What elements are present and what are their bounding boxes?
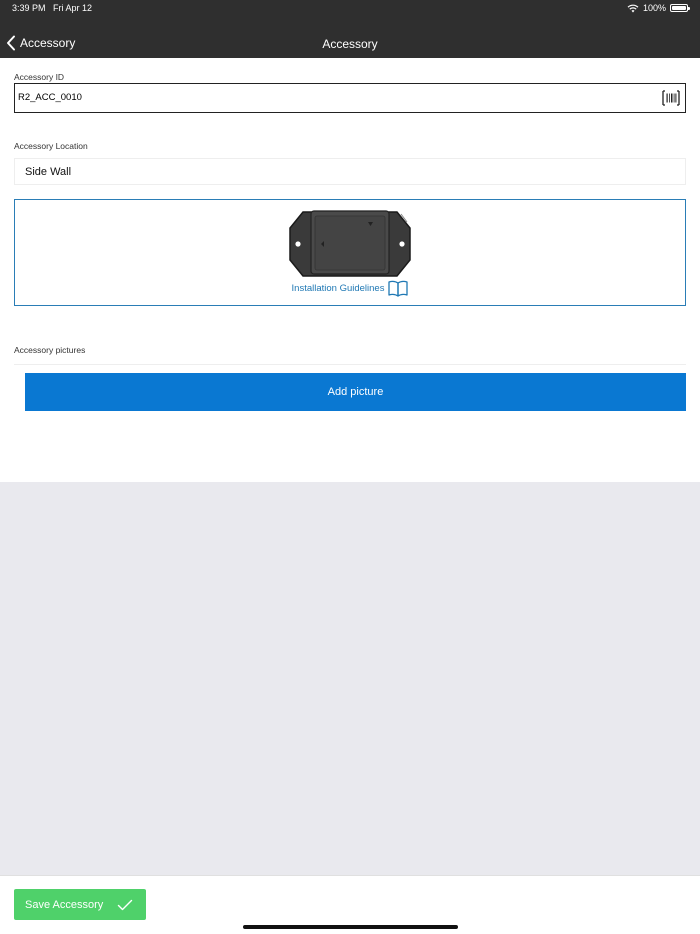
accessory-location-label: Accessory Location <box>14 141 88 151</box>
save-accessory-label: Save Accessory <box>25 898 104 911</box>
sensor-device-image <box>289 210 411 277</box>
screen: 3:39 PM Fri Apr 12 100% Accessory Access… <box>0 0 700 934</box>
status-date-text: Fri Apr 12 <box>53 3 93 13</box>
status-time-text: 3:39 PM <box>12 3 46 13</box>
accessory-id-input[interactable] <box>18 84 648 111</box>
top-bar: 3:39 PM Fri Apr 12 100% Accessory Access… <box>0 0 700 58</box>
accessory-id-label: Accessory ID <box>14 72 65 82</box>
accessory-pictures-label: Accessory pictures <box>14 345 86 355</box>
wifi-icon <box>627 4 639 12</box>
installation-guidelines-link[interactable]: Installation Guidelines <box>15 280 685 297</box>
battery-percent: 100% <box>642 3 666 13</box>
save-accessory-button[interactable]: Save Accessory <box>14 889 146 920</box>
add-picture-button[interactable]: Add picture <box>25 373 686 411</box>
status-right: 100% <box>627 3 690 13</box>
pictures-divider <box>14 364 686 365</box>
battery-icon <box>670 4 690 12</box>
accessory-location-input[interactable] <box>25 159 665 184</box>
book-icon <box>388 280 409 297</box>
status-time: 3:39 PM Fri Apr 12 <box>12 3 92 13</box>
check-icon <box>118 899 133 910</box>
home-indicator <box>243 925 458 929</box>
empty-content-area <box>0 482 700 875</box>
installation-guidelines-text: Installation Guidelines <box>291 283 385 294</box>
accessory-id-field[interactable] <box>14 83 686 113</box>
accessory-location-field[interactable] <box>14 158 686 185</box>
page-title: Accessory <box>322 37 378 51</box>
barcode-icon[interactable] <box>662 90 680 106</box>
installation-guidelines-panel[interactable]: Installation Guidelines <box>14 199 686 306</box>
